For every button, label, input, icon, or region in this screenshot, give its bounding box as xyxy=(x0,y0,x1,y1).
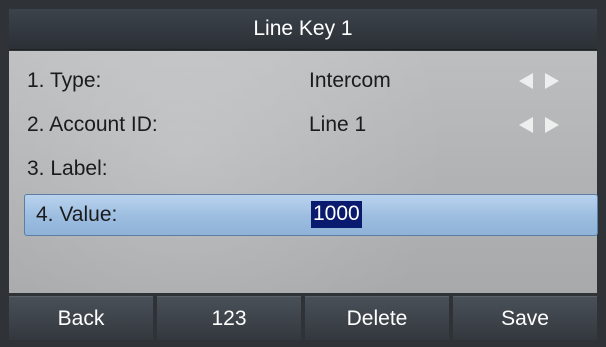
field-value-account-id: Line 1 xyxy=(309,113,367,136)
field-label-value: 4. Value: xyxy=(36,203,118,226)
left-arrow-icon[interactable] xyxy=(519,73,533,89)
delete-button[interactable]: Delete xyxy=(305,296,449,340)
field-row-label[interactable]: 3. Label: xyxy=(9,149,597,189)
input-mode-button[interactable]: 123 xyxy=(157,296,301,340)
right-arrow-icon[interactable] xyxy=(545,73,559,89)
field-row-account-id[interactable]: 2. Account ID: Line 1 xyxy=(9,105,597,145)
back-button-label: Back xyxy=(57,306,105,330)
field-label-account-id: 2. Account ID: xyxy=(27,113,158,136)
field-label-label: 3. Label: xyxy=(27,157,108,180)
value-input[interactable]: 1000 xyxy=(311,201,362,228)
account-id-arrows xyxy=(519,116,569,134)
back-button[interactable]: Back xyxy=(9,296,153,340)
field-label-type: 1. Type: xyxy=(27,69,102,92)
save-button[interactable]: Save xyxy=(453,296,597,340)
right-arrow-icon[interactable] xyxy=(545,117,559,133)
type-arrows xyxy=(519,72,569,90)
input-mode-button-label: 123 xyxy=(211,306,247,330)
save-button-label: Save xyxy=(501,306,549,330)
phone-screen: Line Key 1 1. Type: Intercom 2. Account … xyxy=(0,0,606,347)
settings-list: 1. Type: Intercom 2. Account ID: Line 1 … xyxy=(9,51,598,293)
page-title-text: Line Key 1 xyxy=(253,17,353,40)
softkey-bar: Back 123 Delete Save xyxy=(9,296,597,340)
delete-button-label: Delete xyxy=(346,306,408,330)
field-row-type[interactable]: 1. Type: Intercom xyxy=(9,61,597,101)
field-row-value[interactable]: 4. Value: 1000 xyxy=(24,194,598,236)
field-value-type: Intercom xyxy=(309,69,391,92)
page-title: Line Key 1 xyxy=(9,9,597,50)
left-arrow-icon[interactable] xyxy=(519,117,533,133)
